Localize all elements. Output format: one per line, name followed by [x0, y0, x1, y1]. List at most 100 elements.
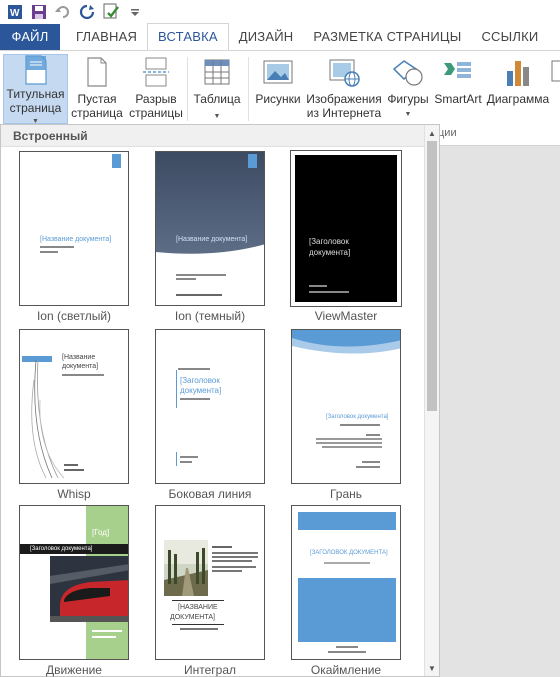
cover-title-1: [НАЗВАНИЕ [178, 604, 218, 611]
text-line [309, 285, 327, 287]
page-break-label-1: Разрыв [135, 92, 177, 106]
text-line [366, 434, 380, 436]
cover-facet-preview: [Заголовок документа] [291, 329, 401, 484]
cover-sideline[interactable]: [Заголовок документа] Боковая линия [155, 329, 265, 501]
blank-page-icon [86, 54, 108, 90]
cover-caption: Окаймление [310, 663, 382, 677]
cover-integral-preview: [НАЗВАНИЕ ДОКУМЕНТА] [155, 505, 265, 660]
cover-title-2: документа] [309, 248, 351, 257]
cover-title: [Название документа] [176, 236, 248, 243]
smartart-label: SmartArt [434, 92, 482, 106]
text-line [316, 438, 382, 440]
text-line [176, 278, 196, 280]
rule-line [172, 624, 224, 625]
cover-motion[interactable]: [Год] [Заголовок документа] Движение [19, 505, 129, 677]
undo-icon[interactable] [54, 3, 72, 21]
chart-button[interactable]: Диаграмма [486, 54, 550, 124]
text-line [322, 446, 382, 448]
text-line [336, 646, 358, 648]
scroll-down-arrow-icon[interactable]: ▼ [425, 661, 439, 675]
cover-title: [Название документа] [40, 236, 112, 243]
cover-page-label-1: Титульная [6, 87, 65, 101]
text-line [92, 636, 116, 638]
text-line [212, 566, 256, 568]
cover-caption: Ion (светлый) [36, 309, 112, 323]
text-line [92, 630, 122, 632]
word-logo-icon[interactable]: W [6, 3, 24, 21]
cover-border-preview: [ЗАГОЛОВОК ДОКУМЕНТА] [291, 505, 401, 660]
screenshot-button-partial[interactable] [551, 54, 560, 124]
cover-ion-dark-preview: [Название документа] [155, 151, 265, 306]
cover-border[interactable]: [ЗАГОЛОВОК ДОКУМЕНТА] Окаймление [291, 505, 401, 677]
tab-file[interactable]: ФАЙЛ [0, 24, 60, 50]
top-band [298, 512, 396, 530]
scroll-up-arrow-icon[interactable]: ▲ [425, 126, 439, 140]
text-line [309, 291, 349, 293]
online-pictures-icon [328, 54, 360, 90]
tab-references[interactable]: ССЫЛКИ [471, 24, 548, 50]
redo-icon[interactable] [78, 3, 96, 21]
shapes-label: Фигуры [387, 92, 429, 106]
train-photo [50, 556, 128, 622]
cover-sideline-preview: [Заголовок документа] [155, 329, 265, 484]
text-line [212, 556, 258, 558]
gallery-scrollbar[interactable]: ▲ ▼ [424, 125, 439, 676]
cover-title: [Заголовок документа] [30, 546, 93, 552]
ribbon-tabs: ФАЙЛ ГЛАВНАЯ ВСТАВКА ДИЗАЙН РАЗМЕТКА СТР… [0, 23, 560, 50]
cover-integral[interactable]: [НАЗВАНИЕ ДОКУМЕНТА] Интеграл [155, 505, 265, 677]
page-break-button[interactable]: Разрыв страницы [128, 54, 184, 124]
text-line [328, 651, 366, 653]
cover-page-icon [24, 55, 48, 85]
tab-design[interactable]: ДИЗАЙН [229, 24, 304, 50]
cover-ion-light-preview: [Название документа] [19, 151, 129, 306]
text-line [212, 570, 242, 572]
cover-caption: Боковая линия [168, 487, 252, 501]
gallery-section-header: Встроенный [1, 125, 425, 147]
cover-facet[interactable]: [Заголовок документа] Грань [291, 329, 401, 501]
cover-title: [ЗАГОЛОВОК ДОКУМЕНТА] [310, 550, 388, 556]
blank-page-button[interactable]: Пустая страница [70, 54, 124, 124]
online-pictures-label-1: Изображения [306, 92, 382, 106]
cover-title-2: ДОКУМЕНТА] [170, 614, 216, 621]
smartart-button[interactable]: SmartArt [432, 54, 484, 124]
text-line [324, 562, 370, 564]
document-area [440, 146, 560, 677]
cover-viewmaster[interactable]: [Заголовок документа] ViewMaster [290, 150, 402, 323]
save-icon[interactable] [30, 3, 48, 21]
spellcheck-icon[interactable] [102, 3, 120, 21]
dark-header-shape [156, 152, 264, 254]
cover-whisp[interactable]: [Название документа] Whisp [19, 329, 129, 501]
text-line [40, 246, 74, 248]
scroll-thumb[interactable] [427, 141, 437, 411]
whisp-lines-decoration [31, 360, 65, 479]
blank-page-label-1: Пустая [77, 92, 117, 106]
table-button[interactable]: Таблица ▼ [190, 54, 244, 124]
rule-line [172, 600, 224, 601]
svg-text:W: W [10, 8, 20, 19]
text-line [180, 461, 192, 463]
cover-page-label-2: страница [9, 101, 62, 115]
cover-viewmaster-preview: [Заголовок документа] [290, 150, 402, 307]
tab-home[interactable]: ГЛАВНАЯ [66, 24, 147, 50]
wave-header-shape [292, 330, 400, 354]
shapes-button[interactable]: Фигуры ▼ [384, 54, 432, 124]
quick-access-toolbar: W [0, 0, 560, 24]
cover-page-button[interactable]: Титульная страница ▼ [3, 54, 68, 125]
cover-ion-dark[interactable]: [Название документа] Ion (темный) [155, 151, 265, 323]
cover-caption: Whisp [57, 487, 91, 501]
cover-ion-light[interactable]: [Название документа] Ion (светлый) [19, 151, 129, 323]
pictures-button[interactable]: Рисунки [252, 54, 304, 124]
online-pictures-button[interactable]: Изображения из Интернета [304, 54, 384, 124]
text-line [212, 560, 252, 562]
text-line [176, 294, 222, 296]
text-line [180, 398, 210, 400]
cover-title-2: документа] [180, 386, 222, 395]
customize-icon[interactable] [126, 3, 144, 21]
road-photo [164, 540, 208, 596]
tab-page-layout[interactable]: РАЗМЕТКА СТРАНИЦЫ [303, 24, 471, 50]
tab-insert[interactable]: ВСТАВКА [147, 23, 229, 50]
cover-year: [Год] [92, 528, 110, 537]
page-break-icon [143, 54, 169, 90]
chart-icon [505, 54, 531, 90]
side-rule [176, 452, 177, 466]
